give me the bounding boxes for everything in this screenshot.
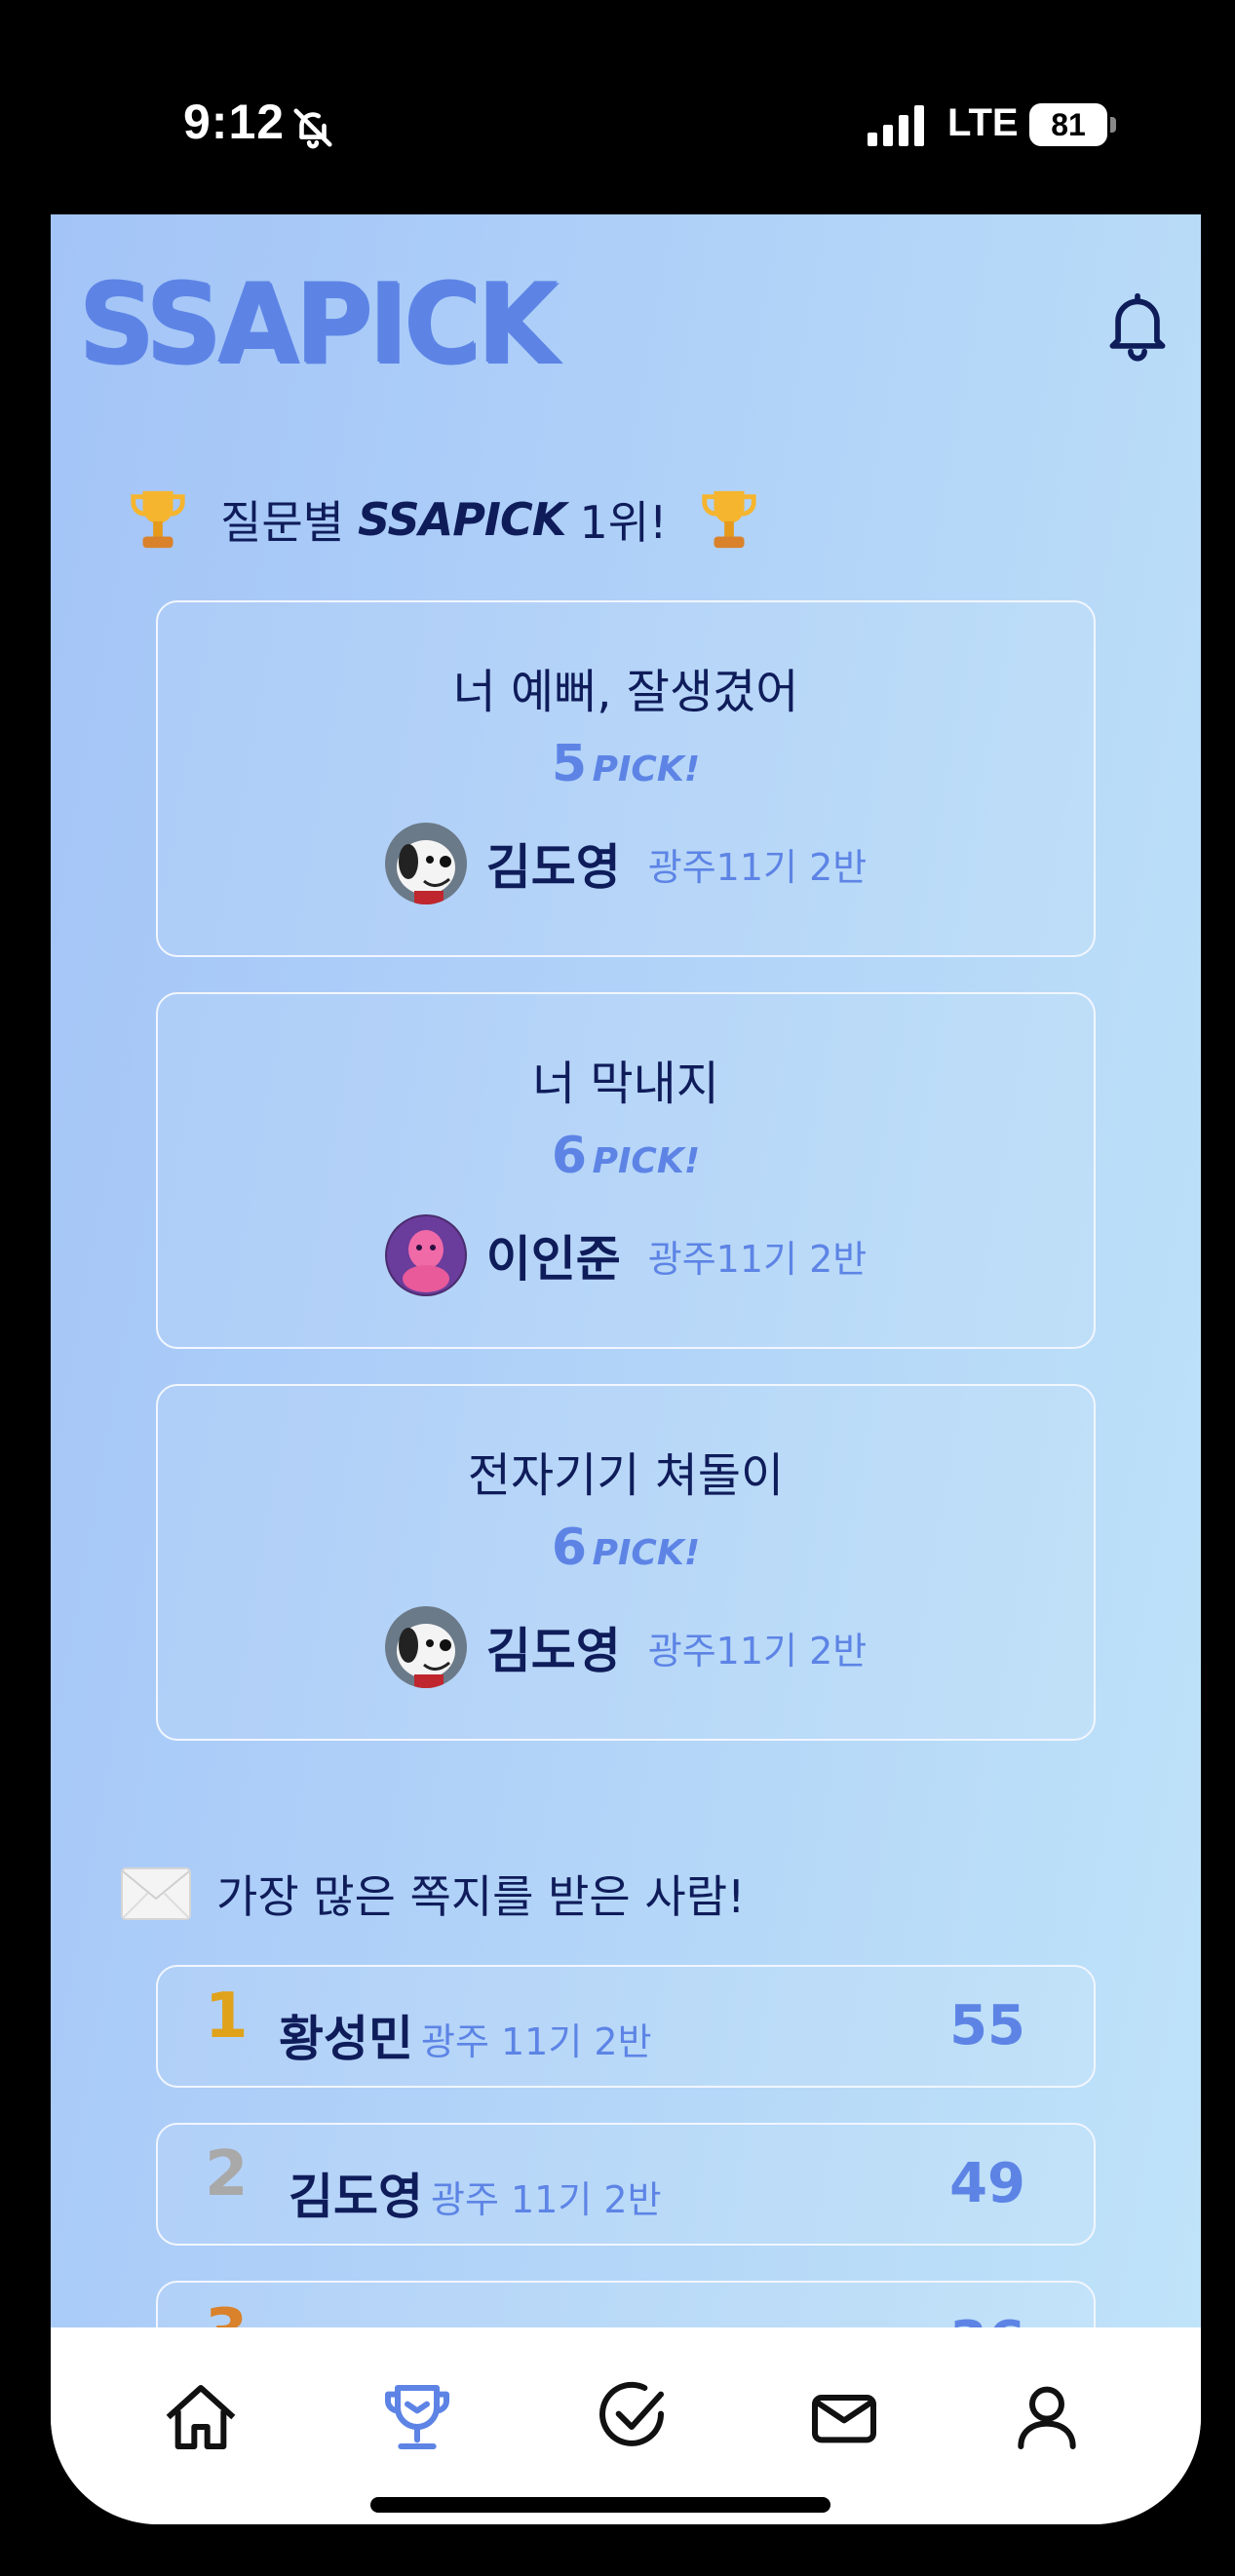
rank-row[interactable]: 1 황성민 광주 11기 2반 55	[156, 1965, 1096, 2088]
card-pick-count: 6 PICK!	[158, 1519, 1094, 1577]
battery-nub	[1110, 117, 1116, 133]
card-person: 이인준 광주11기 2반	[158, 1214, 1094, 1296]
pick-label: PICK!	[592, 1141, 701, 1181]
pick-number: 6	[551, 1519, 588, 1577]
most-messages-title: 가장 많은 쪽지를 받은 사람!	[121, 1862, 772, 1926]
pick-label: PICK!	[592, 750, 701, 789]
person-name: 이인준	[485, 1231, 621, 1288]
user-icon[interactable]	[1008, 2378, 1086, 2456]
status-bar: 9:12 LTE 81	[0, 0, 1235, 214]
avatar	[384, 823, 467, 904]
bell-off-icon	[293, 108, 332, 149]
card-pick-count: 6 PICK!	[158, 1127, 1094, 1185]
person-class: 광주11기 2반	[647, 1629, 868, 1672]
rank-count: 49	[949, 2152, 1025, 2215]
rank-name: 황성민	[279, 2011, 413, 2067]
person-class: 광주11기 2반	[647, 1237, 868, 1281]
avatar	[384, 1214, 467, 1296]
status-time: 9:12	[183, 95, 286, 149]
most-messages-title-text: 가장 많은 쪽지를 받은 사람!	[216, 1870, 746, 1923]
rank-class: 광주 11기 2반	[421, 2020, 652, 2063]
battery-indicator: 81	[1029, 103, 1107, 146]
top-pick-card[interactable]: 너 예뻐, 잘생겼어 5 PICK! 김도영 광주11기 2반	[156, 600, 1096, 957]
rank-class: 광주 11기 2반	[431, 2178, 662, 2221]
top-pick-card[interactable]: 전자기기 쳐돌이 6 PICK! 김도영 광주11기 2반	[156, 1384, 1096, 1741]
home-indicator[interactable]	[370, 2497, 830, 2513]
mail-icon[interactable]	[805, 2378, 883, 2456]
network-type: LTE	[947, 101, 1019, 144]
top-picks-title-prefix: 질문별	[220, 496, 344, 549]
pick-number: 6	[551, 1127, 588, 1185]
bottom-nav	[51, 2327, 1201, 2524]
person-class: 광주11기 2반	[647, 845, 868, 889]
check-circle-icon[interactable]	[593, 2378, 671, 2456]
phone-frame: 9:12 LTE 81 SSAPICK 질문별 SSAPICK 1위! 너 예뻐…	[0, 0, 1235, 2576]
card-pick-count: 5 PICK!	[158, 735, 1094, 793]
pick-number: 5	[551, 735, 588, 793]
trophy-icon	[131, 490, 185, 549]
app-logo[interactable]: SSAPICK	[78, 260, 559, 388]
trophy-icon[interactable]	[378, 2378, 456, 2456]
app-screen: SSAPICK 질문별 SSAPICK 1위! 너 예뻐, 잘생겼어 5 PIC…	[51, 214, 1201, 2524]
person-name: 김도영	[485, 839, 621, 896]
signal-icon	[868, 105, 924, 146]
rank-count: 55	[949, 1994, 1025, 2057]
card-person: 김도영 광주11기 2반	[158, 823, 1094, 904]
top-picks-title: 질문별 SSAPICK 1위!	[129, 487, 758, 552]
envelope-icon	[121, 1867, 191, 1920]
rank-number: 1	[205, 1980, 249, 2053]
pick-label: PICK!	[592, 1533, 701, 1573]
rank-name: 김도영	[289, 2169, 423, 2225]
top-picks-title-brand: SSAPICK	[357, 493, 566, 546]
card-question: 너 막내지	[532, 1057, 719, 1111]
top-picks-title-suffix: 1위!	[579, 496, 668, 549]
home-icon[interactable]	[162, 2378, 240, 2456]
rank-row[interactable]: 2 김도영 광주 11기 2반 49	[156, 2123, 1096, 2246]
trophy-icon	[702, 490, 757, 549]
bell-icon[interactable]	[1103, 290, 1172, 363]
top-pick-card[interactable]: 너 막내지 6 PICK! 이인준 광주11기 2반	[156, 992, 1096, 1349]
rank-number: 2	[205, 2138, 249, 2211]
card-person: 김도영 광주11기 2반	[158, 1606, 1094, 1688]
card-question: 전자기기 쳐돌이	[467, 1448, 785, 1503]
card-question: 너 예뻐, 잘생겼어	[452, 665, 799, 719]
avatar	[384, 1606, 467, 1688]
person-name: 김도영	[485, 1623, 621, 1679]
